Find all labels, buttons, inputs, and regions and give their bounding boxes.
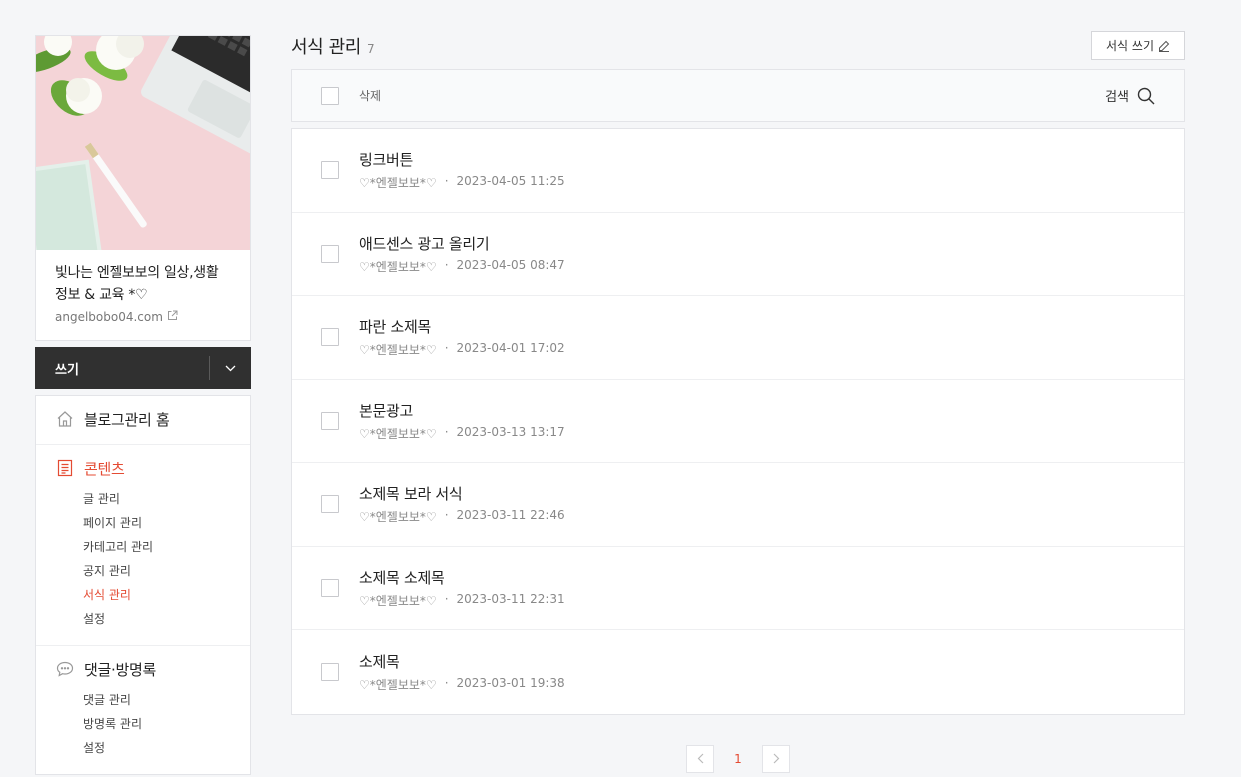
blog-cover-image[interactable] — [36, 36, 250, 250]
nav-contents-label: 콘텐츠 — [84, 459, 125, 478]
write-menu: 쓰기 — [35, 347, 251, 389]
write-button[interactable]: 쓰기 — [35, 359, 79, 378]
list-toolbar: 삭제 검색 — [291, 69, 1185, 122]
nav-item-comments-settings[interactable]: 설정 — [36, 736, 250, 760]
template-row[interactable]: 애드센스 광고 올리기 ♡*엔젤보보*♡ · 2023-04-05 08:47 — [292, 213, 1184, 296]
template-row[interactable]: 파란 소제목 ♡*엔젤보보*♡ · 2023-04-01 17:02 — [292, 296, 1184, 380]
meta-separator: · — [444, 257, 449, 272]
nav-home-label: 블로그관리 홈 — [84, 410, 170, 429]
template-author: ♡*엔젤보보*♡ — [359, 259, 437, 274]
row-checkbox[interactable] — [321, 328, 339, 347]
sidebar: 빛나는 엔젤보보의 일상,생활 정보 & 교육 *♡ angelbobo04.c… — [35, 35, 251, 775]
write-template-button[interactable]: 서식 쓰기 — [1091, 31, 1185, 60]
template-date: 2023-03-11 22:31 — [456, 591, 565, 606]
document-icon — [55, 458, 75, 478]
template-title[interactable]: 소제목 보라 서식 — [359, 483, 565, 505]
nav-item-notices[interactable]: 공지 관리 — [36, 559, 250, 583]
search-icon — [1137, 87, 1155, 104]
template-row[interactable]: 링크버튼 ♡*엔젤보보*♡ · 2023-04-05 11:25 — [292, 129, 1184, 213]
row-checkbox[interactable] — [321, 662, 339, 681]
template-row[interactable]: 소제목 보라 서식 ♡*엔젤보보*♡ · 2023-03-11 22:46 — [292, 463, 1184, 547]
pencil-icon — [1159, 40, 1170, 52]
nav-section-home: 블로그관리 홈 — [36, 396, 250, 445]
nav-item-pages[interactable]: 페이지 관리 — [36, 511, 250, 535]
nav-item-comments[interactable]: 댓글 관리 — [36, 688, 250, 712]
pagination: 1 — [291, 744, 1185, 773]
template-author: ♡*엔젤보보*♡ — [359, 343, 437, 358]
row-checkbox[interactable] — [321, 411, 339, 430]
meta-separator: · — [444, 424, 449, 439]
nav-section-comments: 댓글·방명록 댓글 관리 방명록 관리 설정 — [36, 646, 250, 774]
home-icon — [55, 409, 75, 429]
page-title: 서식 관리 — [291, 36, 361, 58]
nav-home[interactable]: 블로그관리 홈 — [36, 408, 250, 430]
write-template-label: 서식 쓰기 — [1106, 39, 1154, 53]
next-page-button[interactable] — [762, 744, 790, 773]
template-title[interactable]: 애드센스 광고 올리기 — [359, 233, 565, 255]
speech-bubble-icon — [55, 659, 75, 679]
meta-separator: · — [444, 508, 449, 523]
page-number-current[interactable]: 1 — [724, 752, 752, 766]
nav-item-categories[interactable]: 카테고리 관리 — [36, 535, 250, 559]
meta-separator: · — [444, 591, 449, 606]
chevron-left-icon — [697, 753, 703, 764]
nav-item-posts[interactable]: 글 관리 — [36, 487, 250, 511]
template-row[interactable]: 본문광고 ♡*엔젤보보*♡ · 2023-03-13 13:17 — [292, 380, 1184, 463]
template-author: ♡*엔젤보보*♡ — [359, 677, 437, 692]
blog-title[interactable]: 빛나는 엔젤보보의 일상,생활 정보 & 교육 *♡ — [55, 262, 231, 306]
template-title[interactable]: 파란 소제목 — [359, 316, 565, 338]
row-checkbox[interactable] — [321, 161, 339, 180]
template-list: 링크버튼 ♡*엔젤보보*♡ · 2023-04-05 11:25 애드센스 광고 올리기… — [291, 128, 1185, 715]
nav-comments-label: 댓글·방명록 — [84, 660, 156, 679]
nav-item-templates[interactable]: 서식 관리 — [36, 583, 250, 607]
template-date: 2023-03-11 22:46 — [456, 508, 565, 523]
delete-button[interactable]: 삭제 — [359, 87, 381, 104]
template-author: ♡*엔젤보보*♡ — [359, 510, 437, 525]
template-author: ♡*엔젤보보*♡ — [359, 426, 437, 441]
row-checkbox[interactable] — [321, 578, 339, 597]
meta-separator: · — [444, 174, 449, 189]
nav-contents[interactable]: 콘텐츠 — [36, 457, 250, 479]
template-date: 2023-04-01 17:02 — [456, 341, 565, 356]
select-all-checkbox[interactable] — [321, 86, 339, 105]
template-title[interactable]: 링크버튼 — [359, 149, 565, 171]
main-content: 서식 관리 7 서식 쓰기 삭제 검색 링크버튼 ♡*엔젤보보*♡ · 2023-04… — [291, 31, 1185, 773]
page-header: 서식 관리 7 서식 쓰기 — [291, 31, 1185, 60]
row-checkbox[interactable] — [321, 495, 339, 514]
template-row[interactable]: 소제목 소제목 ♡*엔젤보보*♡ · 2023-03-11 22:31 — [292, 547, 1184, 630]
meta-separator: · — [444, 675, 449, 690]
meta-separator: · — [444, 341, 449, 356]
row-checkbox[interactable] — [321, 244, 339, 263]
chevron-down-icon — [225, 365, 236, 371]
template-date: 2023-03-01 19:38 — [456, 675, 565, 690]
prev-page-button[interactable] — [686, 744, 714, 773]
template-date: 2023-04-05 11:25 — [456, 174, 565, 189]
template-title[interactable]: 본문광고 — [359, 400, 565, 422]
template-date: 2023-03-13 13:17 — [456, 424, 565, 439]
nav-comments[interactable]: 댓글·방명록 — [36, 658, 250, 680]
chevron-right-icon — [773, 753, 779, 764]
external-link-icon[interactable] — [167, 310, 178, 324]
blog-url-link[interactable]: angelbobo04.com — [55, 310, 231, 324]
search-label: 검색 — [1105, 90, 1129, 105]
nav-section-contents: 콘텐츠 글 관리 페이지 관리 카테고리 관리 공지 관리 서식 관리 설정 — [36, 445, 250, 646]
template-author: ♡*엔젤보보*♡ — [359, 176, 437, 191]
write-dropdown-toggle[interactable] — [209, 356, 251, 380]
blog-card: 빛나는 엔젤보보의 일상,생활 정보 & 교육 *♡ angelbobo04.c… — [35, 35, 251, 341]
blog-url-text[interactable]: angelbobo04.com — [55, 310, 163, 324]
template-author: ♡*엔젤보보*♡ — [359, 593, 437, 608]
nav-item-contents-settings[interactable]: 설정 — [36, 607, 250, 631]
template-title[interactable]: 소제목 소제목 — [359, 567, 565, 589]
template-title[interactable]: 소제목 — [359, 651, 565, 673]
template-count: 7 — [366, 41, 375, 56]
admin-nav: 블로그관리 홈 콘텐츠 글 관리 페이지 관리 카테고리 관리 공지 관리 서식… — [35, 395, 251, 775]
template-date: 2023-04-05 08:47 — [456, 257, 565, 272]
nav-item-guestbook[interactable]: 방명록 관리 — [36, 712, 250, 736]
search-button[interactable]: 검색 — [1105, 86, 1155, 105]
template-row[interactable]: 소제목 ♡*엔젤보보*♡ · 2023-03-01 19:38 — [292, 630, 1184, 714]
